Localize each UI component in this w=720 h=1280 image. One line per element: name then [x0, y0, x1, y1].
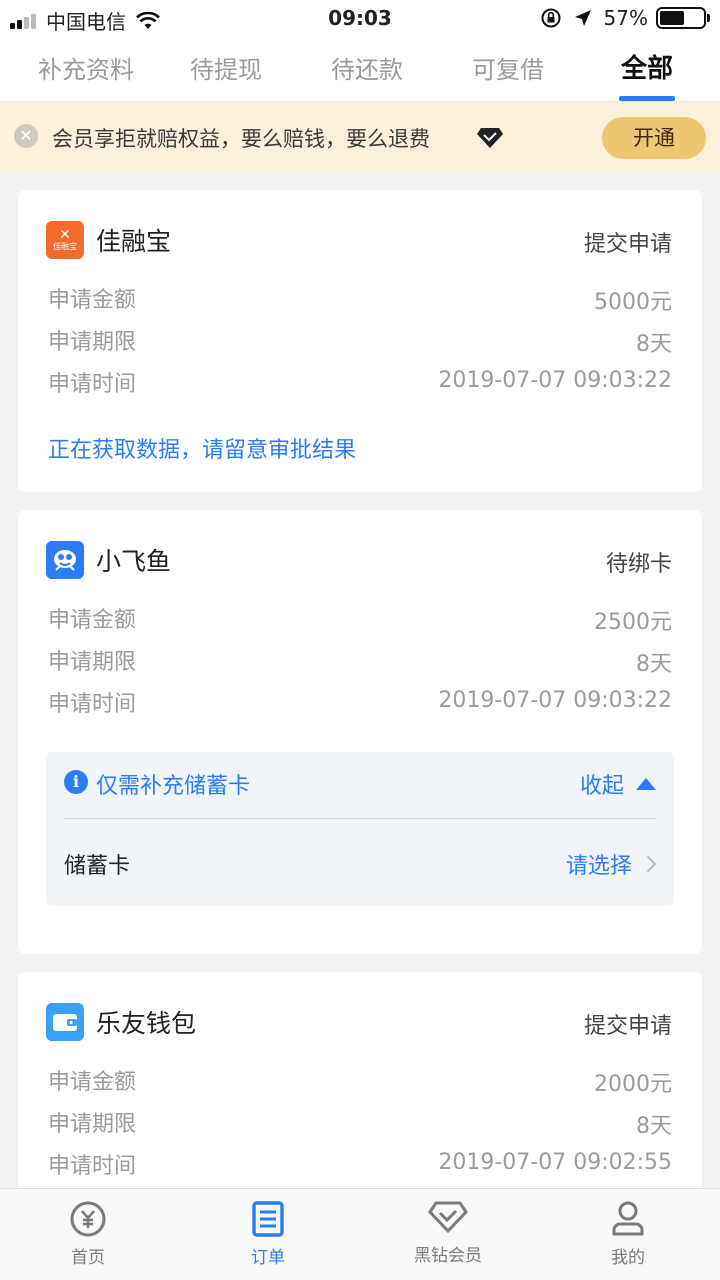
- nav-label: 订单: [251, 1248, 285, 1268]
- term-label: 申请期限: [48, 1112, 137, 1137]
- debit-card-label: 储蓄卡: [64, 854, 131, 879]
- term-row: 申请期限 8天: [48, 324, 672, 357]
- nav-label: 黑钻会员: [414, 1246, 482, 1266]
- time-row: 申请时间 2019-07-07 09:03:22: [48, 366, 672, 398]
- orientation-lock-icon: [541, 8, 561, 28]
- collapse-toggle[interactable]: 收起: [580, 768, 656, 800]
- order-card[interactable]: 小飞鱼 待绑卡 申请金额 2500元 申请期限 8天 申请时间 2019-07-…: [18, 510, 702, 954]
- tab-pending-withdraw[interactable]: 待提现: [190, 50, 262, 85]
- nav-orders[interactable]: 订单: [208, 1199, 328, 1268]
- xiaofeiyu-logo-icon: [46, 541, 84, 579]
- open-membership-button[interactable]: 开通: [602, 117, 706, 159]
- amount-label: 申请金额: [48, 608, 137, 633]
- order-status: 提交申请: [583, 1014, 672, 1039]
- time-row: 申请时间 2019-07-07 09:02:55: [48, 1148, 672, 1180]
- amount-row: 申请金额 5000元: [48, 282, 672, 315]
- tab-can-reborrow[interactable]: 可复借: [472, 50, 544, 85]
- yen-coin-icon: [70, 1201, 106, 1237]
- term-label: 申请期限: [48, 330, 137, 355]
- tab-all[interactable]: 全部: [621, 48, 673, 85]
- battery-fill: [660, 11, 684, 25]
- nav-label: 首页: [71, 1248, 105, 1268]
- amount-row: 申请金额 2000元: [48, 1064, 672, 1097]
- term-label: 申请期限: [48, 650, 137, 675]
- battery-percent: 57%: [603, 6, 648, 30]
- battery-icon: [656, 7, 710, 29]
- collapse-label: 收起: [579, 774, 624, 799]
- time-value: 2019-07-07 09:03:22: [438, 688, 672, 713]
- time-label: 申请时间: [48, 372, 137, 397]
- time-row: 申请时间 2019-07-07 09:03:22: [48, 686, 672, 718]
- lender-name: 佳融宝: [96, 227, 172, 256]
- membership-banner: ✕ 会员享拒就赔权益，要么赔钱，要么退费 开通: [0, 102, 720, 172]
- order-card[interactable]: ✕ 佳融宝 佳融宝 提交申请 申请金额 5000元 申请期限 8天 申请时间 2…: [18, 190, 702, 492]
- banner-text: 会员享拒就赔权益，要么赔钱，要么退费: [52, 127, 430, 151]
- jiarongbao-logo-icon: ✕ 佳融宝: [46, 221, 84, 259]
- time-value: 2019-07-07 09:02:55: [438, 1150, 672, 1175]
- info-icon: i: [64, 770, 88, 794]
- card-header: 小飞鱼: [46, 540, 171, 580]
- lender-name: 乐友钱包: [96, 1009, 197, 1038]
- lender-name: 小飞鱼: [96, 547, 172, 576]
- order-status: 待绑卡: [605, 552, 672, 577]
- nav-black-diamond[interactable]: 黑钻会员: [388, 1197, 508, 1266]
- logo-text: 佳融宝: [53, 242, 77, 251]
- approval-hint: 正在获取数据，请留意审批结果: [48, 438, 357, 463]
- user-icon: [612, 1201, 644, 1236]
- debit-card-select[interactable]: 请选择: [565, 848, 657, 880]
- term-value: 8天: [636, 1114, 672, 1139]
- supplement-title: 仅需补充储蓄卡: [96, 774, 251, 799]
- card-header: ✕ 佳融宝 佳融宝: [46, 220, 171, 260]
- time-value: 2019-07-07 09:03:22: [438, 368, 672, 393]
- active-tab-indicator: [619, 96, 675, 101]
- location-arrow-icon: [574, 10, 591, 26]
- divider: [64, 818, 656, 819]
- amount-value: 2500元: [594, 610, 672, 635]
- amount-label: 申请金额: [48, 1070, 137, 1095]
- term-value: 8天: [636, 652, 672, 677]
- status-right: 57%: [540, 6, 710, 30]
- supplement-panel: i 仅需补充储蓄卡 收起 储蓄卡 请选择: [46, 752, 674, 906]
- caret-up-icon: [636, 778, 656, 790]
- term-value: 8天: [636, 332, 672, 357]
- amount-label: 申请金额: [48, 288, 137, 313]
- term-row: 申请期限 8天: [48, 1106, 672, 1139]
- nav-home[interactable]: 首页: [28, 1199, 148, 1268]
- nav-label: 我的: [611, 1248, 645, 1268]
- amount-row: 申请金额 2500元: [48, 602, 672, 635]
- time-label: 申请时间: [48, 1154, 137, 1179]
- diamond-icon: [428, 1201, 468, 1234]
- order-status: 提交申请: [583, 232, 672, 257]
- nav-me[interactable]: 我的: [568, 1199, 688, 1268]
- term-row: 申请期限 8天: [48, 644, 672, 677]
- order-tabs: 补充资料 待提现 待还款 可复借 全部: [0, 36, 720, 102]
- bottom-nav: 首页 订单 黑钻会员 我的: [0, 1188, 720, 1280]
- card-header: 乐友钱包: [46, 1002, 196, 1042]
- order-list-icon: [252, 1201, 284, 1237]
- select-placeholder: 请选择: [565, 854, 632, 879]
- leyou-wallet-logo-icon: [46, 1003, 84, 1041]
- chevron-right-icon: [639, 855, 657, 873]
- time-label: 申请时间: [48, 692, 137, 717]
- black-diamond-icon: [477, 128, 503, 148]
- tab-pending-repay[interactable]: 待还款: [331, 50, 403, 85]
- amount-value: 5000元: [594, 290, 672, 315]
- status-bar: 中国电信 09:03 57%: [0, 0, 720, 36]
- close-icon[interactable]: ✕: [14, 124, 38, 148]
- tab-supplement-info[interactable]: 补充资料: [38, 50, 134, 85]
- amount-value: 2000元: [594, 1072, 672, 1097]
